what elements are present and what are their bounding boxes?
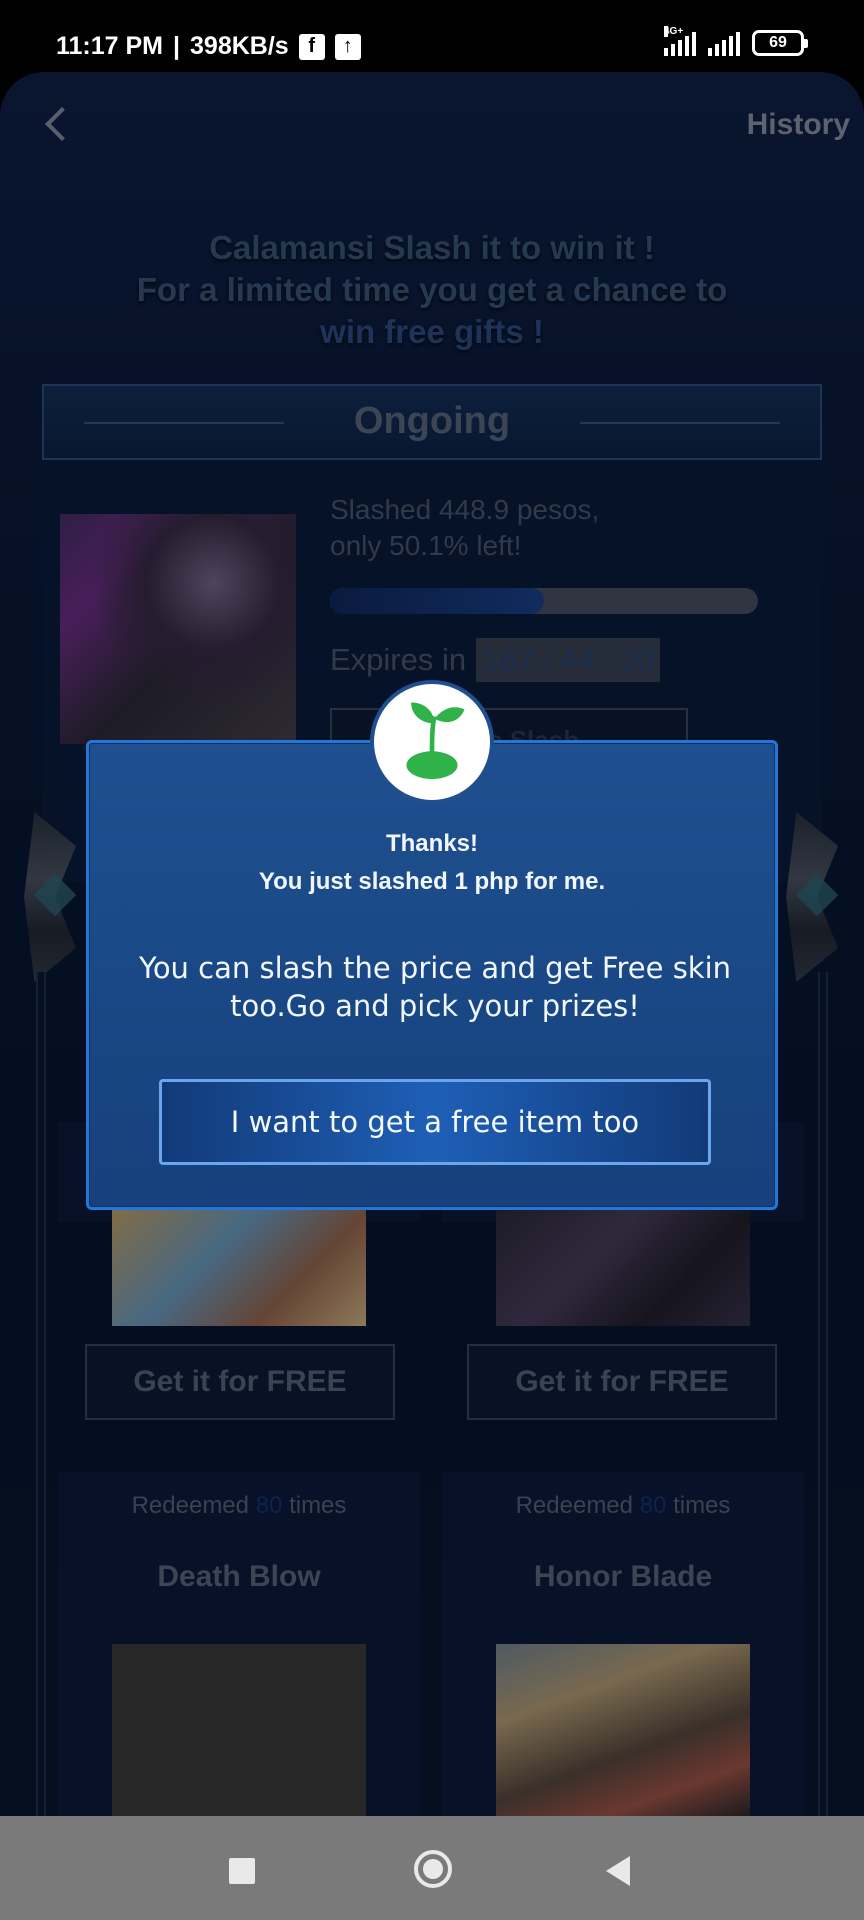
signal-icon: 4G+ [664, 26, 696, 56]
facebook-icon: f [298, 33, 325, 60]
network-tag: 4G+ [664, 26, 684, 37]
recent-apps-icon[interactable] [229, 1858, 255, 1884]
get-free-item-button[interactable]: I want to get a free item too [159, 1079, 711, 1165]
battery-level: 69 [769, 34, 787, 51]
sprout-icon [370, 680, 494, 804]
thanks-title: Thanks! [385, 830, 478, 857]
status-time: 11:17 PM [56, 32, 164, 60]
slash-success-dialog: Thanks! You just slashed 1 php for me. Y… [86, 680, 778, 1210]
status-separator: | [173, 32, 181, 60]
status-left: 11:17 PM | 398KB/s f ↑ [56, 32, 361, 61]
dialog-panel: Thanks! You just slashed 1 php for me. Y… [86, 740, 778, 1210]
status-speed: 398KB/s [190, 32, 289, 60]
upload-icon: ↑ [334, 33, 361, 60]
system-nav-bar [0, 1816, 864, 1920]
slashed-message: You just slashed 1 php for me. [258, 868, 606, 895]
battery-icon: 69 [752, 30, 808, 56]
status-bar: 11:17 PM | 398KB/s f ↑ 4G+ 69 [0, 0, 864, 72]
dialog-body: You can slash the price and get Free ski… [138, 951, 732, 1023]
sprout-graphic [406, 702, 465, 780]
home-icon[interactable] [414, 1850, 452, 1888]
dialog-thanks: Thanks! You just slashed 1 php for me. [89, 825, 775, 901]
wifi-signal-icon [708, 30, 740, 56]
status-right: 4G+ 69 [664, 26, 808, 56]
back-icon[interactable] [606, 1856, 630, 1886]
